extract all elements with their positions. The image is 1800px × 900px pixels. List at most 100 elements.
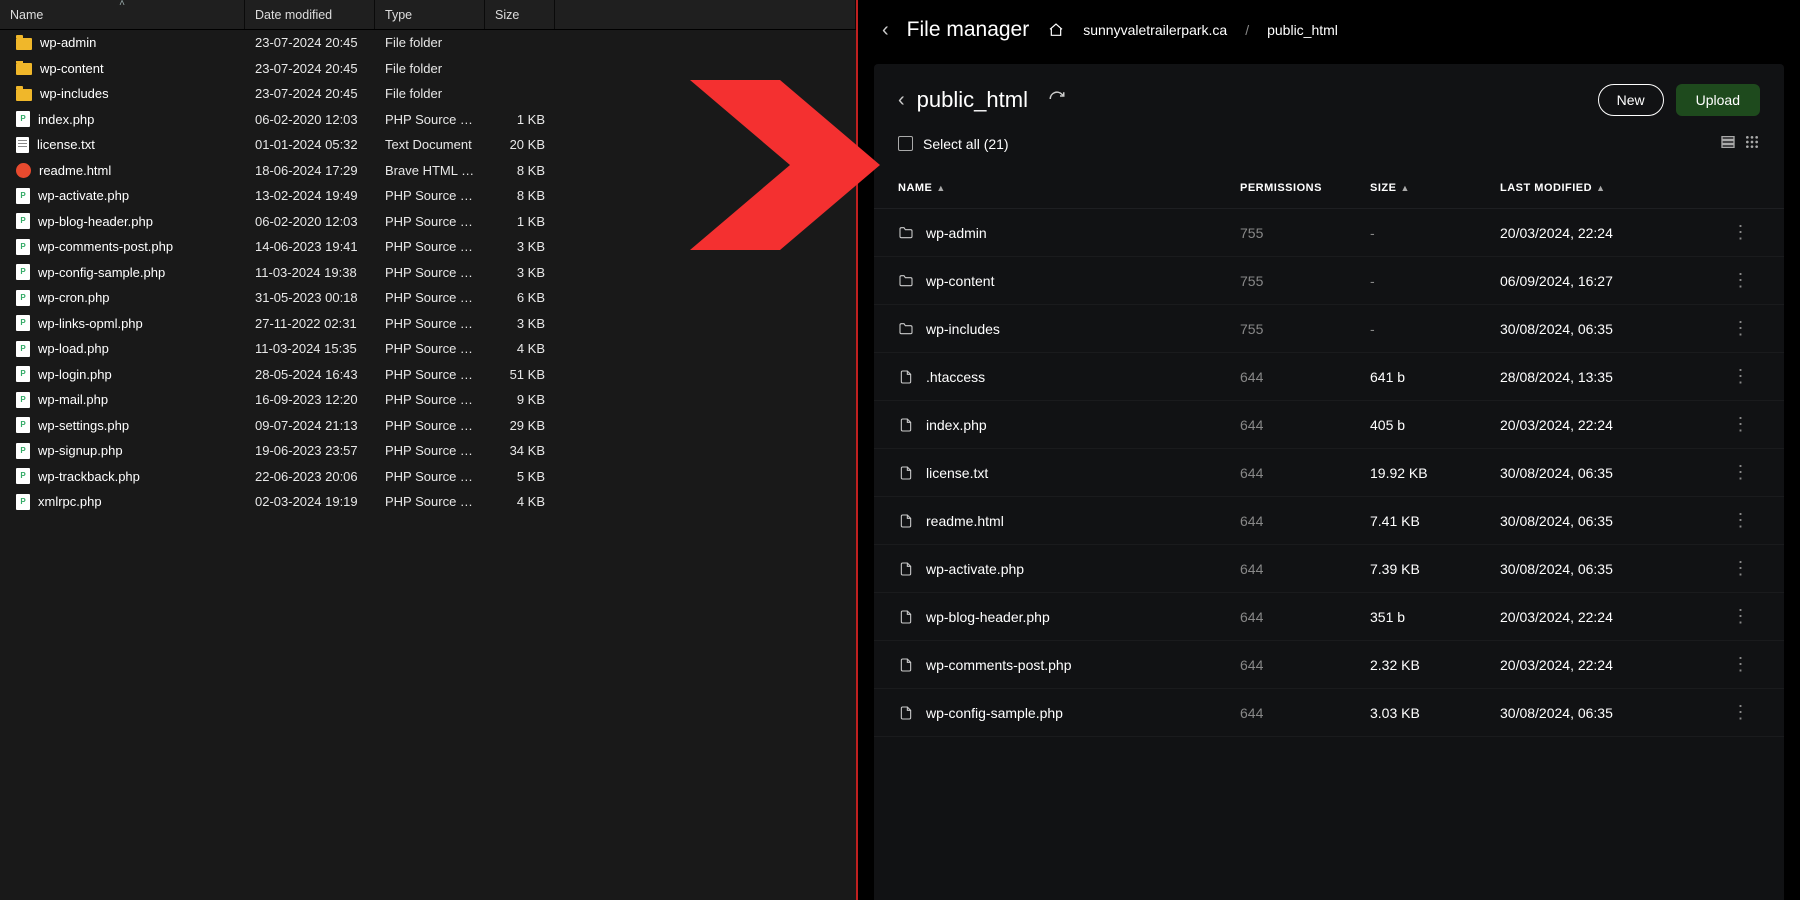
file-type: PHP Source File [375, 239, 485, 254]
explorer-row[interactable]: wp-config-sample.php11-03-2024 19:38PHP … [0, 260, 856, 286]
hcol-mod[interactable]: LAST MODIFIED▲ [1500, 182, 1720, 194]
explorer-row[interactable]: wp-comments-post.php14-06-2023 19:41PHP … [0, 234, 856, 260]
panel-back-icon[interactable]: ‹ [898, 89, 905, 112]
row-menu-icon[interactable]: ⋮ [1720, 318, 1760, 339]
file-type: PHP Source File [375, 392, 485, 407]
host-row[interactable]: wp-blog-header.php644351 b20/03/2024, 22… [874, 593, 1784, 641]
host-permissions: 644 [1240, 561, 1370, 577]
breadcrumb-segment[interactable]: public_html [1267, 22, 1338, 38]
host-row[interactable]: wp-content755-06/09/2024, 16:27⋮ [874, 257, 1784, 305]
file-size: 51 KB [485, 367, 555, 382]
refresh-icon[interactable] [1048, 90, 1066, 111]
host-modified: 30/08/2024, 06:35 [1500, 465, 1720, 481]
hcol-perm[interactable]: PERMISSIONS [1240, 182, 1370, 194]
row-menu-icon[interactable]: ⋮ [1720, 270, 1760, 291]
col-name[interactable]: ˄ Name [0, 0, 245, 29]
file-date: 06-02-2020 12:03 [245, 112, 375, 127]
row-menu-icon[interactable]: ⋮ [1720, 606, 1760, 627]
file-type: File folder [375, 35, 485, 50]
explorer-row[interactable]: wp-trackback.php22-06-2023 20:06PHP Sour… [0, 464, 856, 490]
host-row[interactable]: wp-admin755-20/03/2024, 22:24⋮ [874, 209, 1784, 257]
php-icon [16, 341, 30, 357]
hcol-name[interactable]: NAME▲ [898, 182, 1240, 194]
breadcrumb-domain[interactable]: sunnyvaletrailerpark.ca [1083, 22, 1227, 38]
host-row[interactable]: license.txt64419.92 KB30/08/2024, 06:35⋮ [874, 449, 1784, 497]
host-row[interactable]: wp-includes755-30/08/2024, 06:35⋮ [874, 305, 1784, 353]
file-name: wp-links-opml.php [38, 316, 143, 331]
explorer-row[interactable]: xmlrpc.php02-03-2024 19:19PHP Source Fil… [0, 489, 856, 515]
explorer-row[interactable]: wp-login.php28-05-2024 16:43PHP Source F… [0, 362, 856, 388]
file-size: 4 KB [485, 494, 555, 509]
new-button[interactable]: New [1598, 84, 1664, 116]
host-modified: 28/08/2024, 13:35 [1500, 369, 1720, 385]
back-icon[interactable]: ‹ [882, 19, 889, 42]
file-panel: ‹ public_html New Upload Select all (21) [874, 64, 1784, 900]
host-row[interactable]: readme.html6447.41 KB30/08/2024, 06:35⋮ [874, 497, 1784, 545]
host-file-name: wp-content [926, 273, 994, 289]
row-menu-icon[interactable]: ⋮ [1720, 510, 1760, 531]
explorer-row[interactable]: readme.html18-06-2024 17:29Brave HTML Do… [0, 158, 856, 184]
file-name: wp-blog-header.php [38, 214, 153, 229]
host-row[interactable]: wp-comments-post.php6442.32 KB20/03/2024… [874, 641, 1784, 689]
host-row[interactable]: wp-activate.php6447.39 KB30/08/2024, 06:… [874, 545, 1784, 593]
explorer-column-header[interactable]: ˄ Name Date modified Type Size [0, 0, 856, 30]
row-menu-icon[interactable]: ⋮ [1720, 702, 1760, 723]
explorer-row[interactable]: wp-settings.php09-07-2024 21:13PHP Sourc… [0, 413, 856, 439]
select-all-checkbox[interactable] [898, 136, 913, 151]
col-type[interactable]: Type [375, 0, 485, 29]
explorer-row[interactable]: wp-mail.php16-09-2023 12:20PHP Source Fi… [0, 387, 856, 413]
upload-button[interactable]: Upload [1676, 84, 1760, 116]
grid-view-icon[interactable] [1744, 134, 1760, 153]
row-menu-icon[interactable]: ⋮ [1720, 654, 1760, 675]
file-size: 3 KB [485, 265, 555, 280]
explorer-row[interactable]: wp-load.php11-03-2024 15:35PHP Source Fi… [0, 336, 856, 362]
php-icon [16, 494, 30, 510]
host-row[interactable]: wp-config-sample.php6443.03 KB30/08/2024… [874, 689, 1784, 737]
file-icon [898, 465, 914, 481]
explorer-row[interactable]: wp-signup.php19-06-2023 23:57PHP Source … [0, 438, 856, 464]
explorer-row[interactable]: wp-activate.php13-02-2024 19:49PHP Sourc… [0, 183, 856, 209]
explorer-row[interactable]: wp-admin23-07-2024 20:45File folder [0, 30, 856, 56]
file-name: license.txt [37, 137, 95, 152]
col-size[interactable]: Size [485, 0, 555, 29]
file-name: wp-signup.php [38, 443, 123, 458]
host-size: 7.39 KB [1370, 561, 1500, 577]
explorer-row[interactable]: wp-blog-header.php06-02-2020 12:03PHP So… [0, 209, 856, 235]
col-name-label: Name [10, 8, 43, 22]
file-size: 29 KB [485, 418, 555, 433]
home-icon[interactable] [1047, 22, 1065, 38]
host-permissions: 755 [1240, 321, 1370, 337]
hcol-size[interactable]: SIZE▲ [1370, 182, 1500, 194]
file-type: Text Document [375, 137, 485, 152]
row-menu-icon[interactable]: ⋮ [1720, 414, 1760, 435]
explorer-row[interactable]: index.php06-02-2020 12:03PHP Source File… [0, 107, 856, 133]
row-menu-icon[interactable]: ⋮ [1720, 558, 1760, 579]
file-type: PHP Source File [375, 112, 485, 127]
host-permissions: 755 [1240, 225, 1370, 241]
list-view-icon[interactable] [1720, 134, 1736, 153]
file-size: 8 KB [485, 163, 555, 178]
host-size: 7.41 KB [1370, 513, 1500, 529]
php-icon [16, 213, 30, 229]
host-file-name: wp-admin [926, 225, 987, 241]
explorer-row[interactable]: license.txt01-01-2024 05:32Text Document… [0, 132, 856, 158]
folder-icon [898, 225, 914, 241]
row-menu-icon[interactable]: ⋮ [1720, 366, 1760, 387]
host-permissions: 755 [1240, 273, 1370, 289]
row-menu-icon[interactable]: ⋮ [1720, 222, 1760, 243]
explorer-row[interactable]: wp-links-opml.php27-11-2022 02:31PHP Sou… [0, 311, 856, 337]
select-all-label[interactable]: Select all (21) [923, 136, 1009, 152]
host-size: 2.32 KB [1370, 657, 1500, 673]
file-date: 23-07-2024 20:45 [245, 86, 375, 101]
explorer-row[interactable]: wp-includes23-07-2024 20:45File folder [0, 81, 856, 107]
row-menu-icon[interactable]: ⋮ [1720, 462, 1760, 483]
file-type: PHP Source File [375, 316, 485, 331]
host-permissions: 644 [1240, 609, 1370, 625]
explorer-row[interactable]: wp-cron.php31-05-2023 00:18PHP Source Fi… [0, 285, 856, 311]
host-size: 3.03 KB [1370, 705, 1500, 721]
col-date[interactable]: Date modified [245, 0, 375, 29]
host-row[interactable]: index.php644405 b20/03/2024, 22:24⋮ [874, 401, 1784, 449]
txt-icon [16, 137, 29, 153]
explorer-row[interactable]: wp-content23-07-2024 20:45File folder [0, 56, 856, 82]
host-row[interactable]: .htaccess644641 b28/08/2024, 13:35⋮ [874, 353, 1784, 401]
